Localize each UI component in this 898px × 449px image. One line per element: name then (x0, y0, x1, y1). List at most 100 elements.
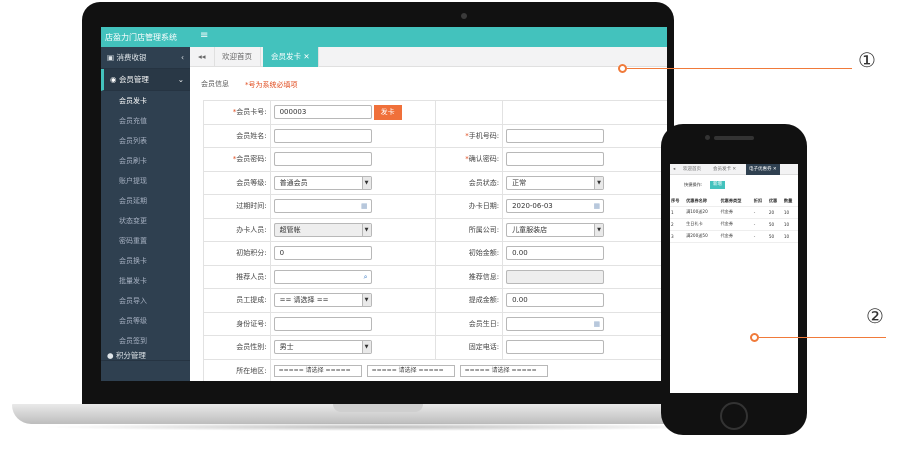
date-field[interactable]: 2020-06-03 ▦ (506, 199, 605, 214)
close-icon[interactable]: ✕ (303, 52, 309, 61)
sidebar-group-members[interactable]: ◉ 会员管理 ⌄ (101, 69, 190, 91)
coupon-row[interactable]: 3 满200送50 代金券 -50 10 (670, 230, 798, 243)
field-cell (502, 100, 667, 125)
text-field[interactable] (273, 316, 372, 331)
required-note: *号为系统必填项 (245, 81, 298, 89)
tab-bar: ◂◂ 欢迎首页 会员发卡 ✕ (190, 47, 667, 67)
sidebar-group-label: 消费收银 (116, 53, 147, 62)
text-field[interactable] (506, 340, 605, 355)
tab-home[interactable]: 欢迎首页 (214, 47, 261, 67)
region-select[interactable]: ===== 请选择 ===== (366, 364, 455, 377)
calendar-icon[interactable]: ▦ (593, 318, 600, 330)
sidebar-item[interactable]: 状态变更 (101, 211, 190, 231)
chevron-left-icon: ‹ (181, 53, 184, 62)
laptop-shadow (40, 423, 720, 431)
sidebar-item[interactable]: 会员导入 (101, 291, 190, 311)
home-button[interactable] (720, 402, 748, 430)
field-cell (269, 311, 437, 336)
laptop-camera (461, 13, 467, 19)
table-cell: 50 (767, 218, 783, 231)
sidebar-item[interactable]: 会员列表 (101, 131, 190, 151)
dropdown-arrow-icon[interactable]: ▼ (361, 341, 371, 354)
dropdown-arrow-icon[interactable]: ▼ (361, 176, 371, 189)
chevron-down-icon: ⌄ (177, 75, 184, 84)
sidebar-item[interactable]: 密码重置 (101, 231, 190, 251)
phone-tab-home[interactable]: 欢迎首页 (680, 164, 704, 175)
add-coupon-button[interactable]: 新增 (710, 181, 725, 189)
select-field[interactable]: 儿童服装店 ▼ (506, 222, 605, 237)
form-table: *会员卡号: 000003 发卡 会员姓名: *手机号码: *会员密码: *确认密码: 会员等… (203, 100, 667, 381)
double-left-icon[interactable]: ◂◂ (190, 47, 215, 67)
phone-tab-issue-card[interactable]: 会员发卡 ✕ (710, 164, 739, 175)
sidebar-item[interactable]: 会员签到 (101, 331, 190, 351)
field-cell: == 请选择 == ▼ (269, 288, 437, 313)
field-cell (269, 123, 437, 148)
sidebar-group-checkout[interactable]: ▣ 消费收银 ‹ (101, 47, 190, 69)
label-text: 提成金额: (468, 296, 500, 305)
date-field[interactable]: ▦ (273, 199, 372, 214)
table-cell: 50 (767, 230, 783, 243)
date-field[interactable]: ▦ (506, 316, 605, 331)
field-value: 0.00 (512, 249, 528, 258)
sidebar-item[interactable]: 会员充值 (101, 111, 190, 131)
sidebar-item[interactable]: 批量发卡 (101, 271, 190, 291)
label-text: 会员状态: (468, 178, 500, 187)
field-label: 会员生日: (435, 311, 504, 336)
text-field[interactable] (506, 128, 605, 143)
issue-card-button[interactable]: 发卡 (373, 104, 402, 120)
text-field[interactable]: 000003 (273, 105, 372, 120)
text-field[interactable] (273, 152, 372, 167)
sidebar-item[interactable]: 会员延期 (101, 191, 190, 211)
coupon-row[interactable]: 2 生日礼卡 代金券 -50 10 (670, 218, 798, 231)
dropdown-arrow-icon[interactable]: ▼ (594, 176, 604, 189)
coupon-row[interactable]: 1 满100送20 代金券 -20 10 (670, 206, 798, 219)
region-select[interactable]: ===== 请选择 ===== (273, 364, 362, 377)
label-text: 会员密码: (236, 155, 267, 164)
label-text: 会员生日: (468, 319, 500, 328)
field-cell (502, 147, 667, 172)
coupon-table-header: 序号 优惠券名称 优惠券类型 折扣 优惠 数量 (670, 196, 798, 207)
dropdown-arrow-icon[interactable]: ▼ (361, 294, 371, 307)
region-select[interactable]: ===== 请选择 ===== (459, 364, 548, 377)
field-cell: 0.00 (502, 241, 667, 266)
search-icon[interactable]: ⌕ (364, 271, 368, 283)
field-cell: 0 (269, 241, 437, 266)
text-field[interactable] (273, 128, 372, 143)
select-field[interactable]: == 请选择 == ▼ (273, 293, 372, 308)
dropdown-arrow-icon[interactable]: ▼ (361, 223, 371, 236)
app-title: 店盈力门店管理系统 (105, 33, 177, 42)
column-header: 折扣 (752, 196, 768, 207)
text-field[interactable] (506, 152, 605, 167)
calendar-icon[interactable]: ▦ (593, 200, 600, 212)
field-label: *手机号码: (435, 123, 504, 148)
laptop-screen: 店盈力门店管理系统 ≡ ▣ 消费收银 ‹ ◉ 会员管理 ⌄ 会员发卡 会员充值 会员… (101, 27, 667, 381)
form-row: 会员性别: 男士 ▼ 固定电话: (203, 335, 667, 360)
tab-issue-card[interactable]: 会员发卡 ✕ (263, 47, 319, 67)
select-field[interactable]: 普通会员 ▼ (273, 175, 372, 190)
select-field[interactable]: 正常 ▼ (506, 175, 605, 190)
double-left-icon[interactable]: ◂ (670, 164, 678, 175)
sidebar-item[interactable]: 会员等级 (101, 311, 190, 331)
field-label: 员工提成: (203, 288, 271, 313)
phone-tab-coupons[interactable]: 电子优惠券 ✕ (746, 164, 780, 175)
table-cell: 满200送50 (685, 230, 720, 243)
field-label: *确认密码: (435, 147, 504, 172)
field-cell: 儿童服装店 ▼ (502, 217, 667, 242)
dropdown-arrow-icon[interactable]: ▼ (594, 223, 604, 236)
sidebar-item[interactable]: 会员刷卡 (101, 151, 190, 171)
hamburger-icon[interactable]: ≡ (200, 30, 208, 41)
sidebar-item[interactable]: 会员换卡 (101, 251, 190, 271)
field-label: 办卡人员: (203, 217, 271, 242)
form-row: 会员等级: 普通会员 ▼ 会员状态: 正常 ▼ (203, 170, 667, 195)
text-field[interactable]: 0 (273, 246, 372, 261)
select-field[interactable]: 男士 ▼ (273, 340, 372, 355)
sidebar-item[interactable]: 账户提现 (101, 171, 190, 191)
search-field[interactable]: ⌕ (273, 269, 372, 284)
label-text: 推荐人员: (236, 272, 267, 281)
text-field[interactable]: 0.00 (506, 246, 605, 261)
calendar-icon[interactable]: ▦ (361, 200, 368, 212)
sidebar-item[interactable]: 会员发卡 (101, 91, 190, 111)
text-field[interactable]: 0.00 (506, 293, 605, 308)
sidebar-group-points[interactable]: ● 积分管理 (101, 351, 190, 361)
table-cell: 2 (670, 218, 686, 231)
